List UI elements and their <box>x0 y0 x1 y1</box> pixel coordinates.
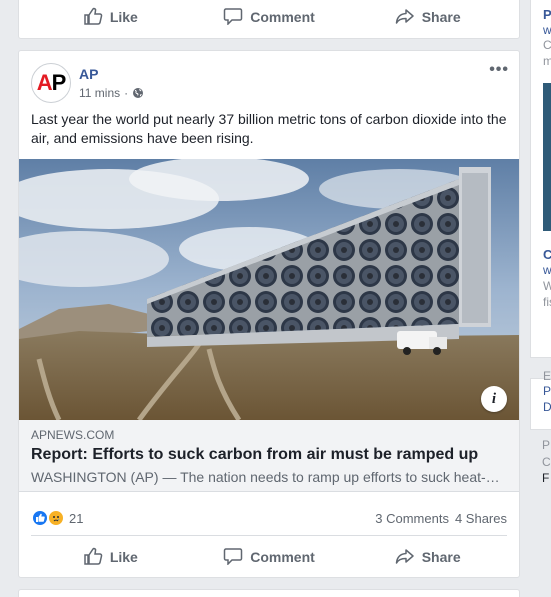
carbon-capture-fans-photo <box>19 159 519 420</box>
sidebar-text[interactable]: D <box>543 400 551 415</box>
shares-count[interactable]: 4 Shares <box>455 511 507 526</box>
comment-button[interactable]: Comment <box>190 1 349 33</box>
post-text: Last year the world put nearly 37 billio… <box>31 111 507 146</box>
page-avatar[interactable]: AP <box>31 63 71 103</box>
sidebar-text: E <box>543 369 551 383</box>
sidebar-news-card-1: P w C m C w W fis <box>530 0 551 358</box>
actions-divider <box>31 535 507 536</box>
comment-icon <box>223 7 243 28</box>
post-meta: 11 mins · <box>79 86 144 100</box>
post-stats: 21 3 Comments 4 Shares <box>31 505 507 531</box>
sidebar-text[interactable]: w <box>543 263 551 278</box>
next-post-card <box>18 589 520 597</box>
comment-icon <box>223 547 243 568</box>
reaction-count: 21 <box>69 510 84 526</box>
ap-logo: AP <box>36 70 67 95</box>
share-button[interactable]: Share <box>348 541 507 573</box>
engagement-counts: 3 Comments 4 Shares <box>375 511 507 526</box>
sad-reaction-icon <box>47 509 65 527</box>
reaction-summary[interactable]: 21 <box>31 509 83 527</box>
thumbs-up-icon <box>83 547 103 568</box>
post-card: AP AP 11 mins · ••• Last year the world … <box>18 50 520 578</box>
globe-icon[interactable] <box>132 87 144 99</box>
page-name-link[interactable]: AP <box>79 66 98 82</box>
sidebar-text: W <box>543 279 551 293</box>
more-options-icon[interactable]: ••• <box>489 61 509 79</box>
sidebar-text[interactable]: F <box>542 471 549 486</box>
sidebar-text: fis <box>543 295 551 309</box>
comments-count[interactable]: 3 Comments <box>375 511 449 526</box>
comment-button[interactable]: Comment <box>190 541 349 573</box>
sidebar-text: C <box>543 38 551 52</box>
post-actions: Like Comment Share <box>31 541 507 573</box>
share-icon <box>395 547 415 568</box>
previous-post-card: Like Comment Share <box>18 0 520 39</box>
share-button[interactable]: Share <box>348 1 507 33</box>
link-domain: APNEWS.COM <box>31 428 115 442</box>
info-icon[interactable]: i <box>481 386 507 412</box>
sidebar-card-2: E P D <box>530 369 551 430</box>
sidebar-text: P <box>542 438 551 452</box>
like-button[interactable]: Like <box>31 541 190 573</box>
share-label: Share <box>421 9 461 25</box>
link-description: WASHINGTON (AP) — The nation needs to ra… <box>31 469 500 485</box>
comment-label: Comment <box>250 9 315 25</box>
sidebar-text[interactable]: w <box>543 23 551 38</box>
thumbs-up-icon <box>83 7 103 28</box>
like-label: Like <box>109 9 138 25</box>
sidebar-text[interactable]: P <box>543 384 551 399</box>
share-icon <box>395 7 415 28</box>
sidebar-text[interactable]: P <box>543 7 551 22</box>
previous-post-actions: Like Comment Share <box>31 1 507 33</box>
sidebar-text: C <box>542 455 551 469</box>
link-preview-image[interactable]: i <box>19 159 519 420</box>
share-label: Share <box>421 549 461 565</box>
like-label: Like <box>109 549 138 565</box>
link-preview-meta[interactable]: APNEWS.COM Report: Efforts to suck carbo… <box>19 420 519 492</box>
link-title[interactable]: Report: Efforts to suck carbon from air … <box>31 446 507 464</box>
like-button[interactable]: Like <box>31 1 190 33</box>
comment-label: Comment <box>250 549 315 565</box>
meta-separator: · <box>124 86 129 100</box>
sidebar-thumbnail[interactable] <box>543 83 551 231</box>
sidebar-text[interactable]: C <box>543 247 551 262</box>
post-time[interactable]: 11 mins <box>79 86 120 100</box>
sidebar-text: m <box>543 54 551 68</box>
